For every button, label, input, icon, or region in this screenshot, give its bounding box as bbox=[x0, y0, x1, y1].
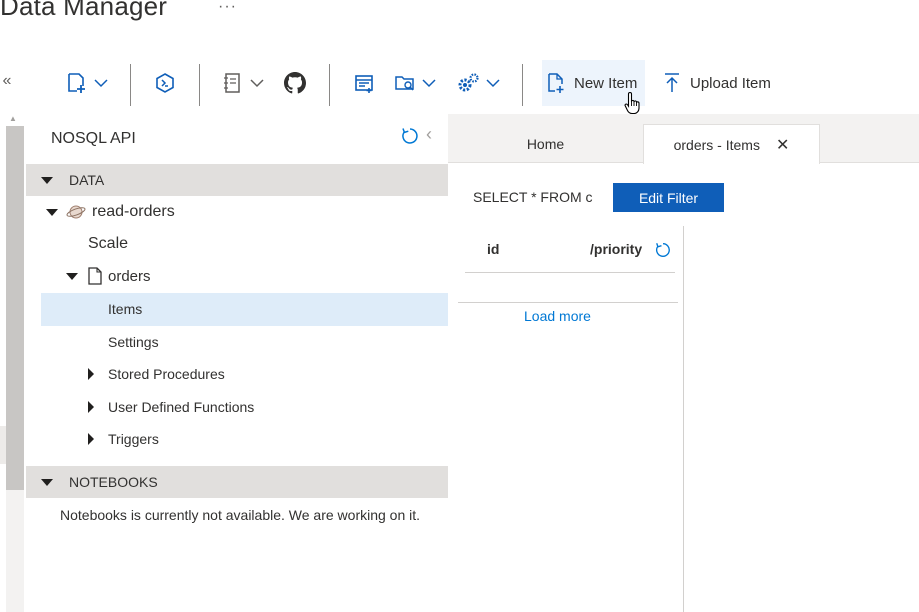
github-button[interactable] bbox=[284, 60, 306, 106]
triggers-label: Triggers bbox=[108, 431, 159, 447]
collapse-tree-icon[interactable]: ‹ bbox=[426, 124, 432, 145]
open-terminal-button[interactable] bbox=[154, 60, 176, 106]
refresh-icon bbox=[655, 243, 670, 257]
document-list: id /priority Load more bbox=[458, 226, 683, 612]
selected-row-highlight bbox=[41, 293, 448, 326]
chevron-down-icon bbox=[486, 79, 500, 88]
upload-item-label: Upload Item bbox=[690, 74, 771, 92]
stored-procedures-label: Stored Procedures bbox=[108, 366, 225, 382]
cosmos-terminal-icon bbox=[156, 73, 174, 93]
scale-label: Scale bbox=[88, 235, 129, 252]
items-label: Items bbox=[108, 301, 143, 317]
document-collection-icon bbox=[88, 267, 102, 285]
new-container-icon bbox=[68, 73, 85, 93]
caret-right-icon bbox=[88, 368, 94, 380]
caret-down-icon bbox=[66, 272, 78, 280]
left-panel-edge bbox=[0, 426, 6, 464]
notebooks-section-label: NOTEBOOKS bbox=[69, 474, 158, 490]
open-query-button[interactable] bbox=[394, 60, 436, 106]
tree-node-items[interactable]: Items bbox=[108, 301, 142, 317]
api-header: NOSQL API bbox=[51, 130, 136, 147]
left-scrollbar[interactable]: ▲ bbox=[0, 112, 26, 612]
scroll-up-arrow-icon[interactable]: ▲ bbox=[9, 114, 17, 123]
chevron-down-icon bbox=[94, 79, 108, 88]
load-more-link[interactable]: Load more bbox=[524, 308, 591, 324]
command-bar: « New Item Upload Item bbox=[0, 56, 919, 112]
tree-node-container[interactable]: orders bbox=[66, 267, 151, 285]
new-file-icon bbox=[548, 73, 564, 93]
tree-node-triggers[interactable]: Triggers bbox=[88, 431, 159, 447]
tab-home-label: Home bbox=[526, 136, 565, 152]
toolbar-separator bbox=[329, 64, 330, 106]
refresh-documents-button[interactable] bbox=[654, 241, 672, 264]
tree-node-settings[interactable]: Settings bbox=[108, 334, 159, 350]
tree-node-udfs[interactable]: User Defined Functions bbox=[88, 399, 254, 415]
open-folder-icon bbox=[395, 76, 414, 91]
caret-right-icon bbox=[88, 401, 94, 413]
caret-right-icon bbox=[88, 433, 94, 445]
hand-cursor-icon bbox=[624, 91, 640, 115]
data-section-label: DATA bbox=[69, 172, 105, 188]
collapse-nav-icon[interactable]: « bbox=[0, 72, 14, 90]
column-header-partition-key[interactable]: /priority bbox=[590, 241, 642, 257]
new-sql-query-icon bbox=[355, 75, 373, 93]
container-name: orders bbox=[108, 267, 151, 285]
tab-active-label: orders - Items bbox=[673, 136, 760, 153]
new-item-label: New Item bbox=[574, 74, 638, 92]
refresh-icon bbox=[402, 128, 418, 144]
tab-orders-items[interactable]: orders - Items ✕ bbox=[643, 124, 820, 164]
page-title: Data Manager bbox=[0, 0, 168, 21]
tab-home[interactable]: Home bbox=[448, 124, 643, 164]
close-tab-icon[interactable]: ✕ bbox=[776, 135, 789, 155]
tree-node-scale[interactable]: Scale bbox=[88, 235, 128, 253]
settings-button[interactable] bbox=[456, 60, 500, 106]
tab-strip: Home orders - Items ✕ bbox=[448, 114, 919, 164]
caret-down-icon bbox=[41, 478, 55, 486]
notebooks-section-header[interactable]: NOTEBOOKS bbox=[26, 466, 448, 498]
udfs-label: User Defined Functions bbox=[108, 399, 255, 415]
chevron-down-icon bbox=[250, 79, 264, 88]
edit-filter-button[interactable]: Edit Filter bbox=[613, 183, 724, 212]
database-icon bbox=[66, 205, 86, 219]
upload-icon bbox=[665, 73, 679, 92]
settings-label: Settings bbox=[108, 334, 159, 350]
list-divider bbox=[458, 302, 678, 303]
upload-item-button[interactable]: Upload Item bbox=[662, 60, 771, 106]
new-notebook-button[interactable] bbox=[222, 60, 264, 106]
header-divider bbox=[465, 272, 675, 273]
caret-down-icon bbox=[41, 176, 55, 184]
github-icon bbox=[284, 72, 306, 94]
tree-node-stored-procedures[interactable]: Stored Procedures bbox=[88, 366, 225, 382]
database-name: read-orders bbox=[92, 203, 175, 220]
resource-tree: NOSQL API ‹ DATA read-orders Scale order… bbox=[26, 114, 448, 612]
caret-down-icon bbox=[46, 208, 58, 216]
query-text: SELECT * FROM c bbox=[473, 189, 593, 205]
chevron-down-icon bbox=[422, 79, 436, 88]
column-header-id[interactable]: id bbox=[487, 241, 499, 257]
document-list-splitter[interactable] bbox=[683, 226, 684, 612]
more-options-button[interactable]: ··· bbox=[218, 0, 237, 16]
toolbar-separator bbox=[130, 64, 131, 106]
new-sql-query-button[interactable] bbox=[353, 60, 375, 106]
settings-gear-icon bbox=[458, 73, 479, 92]
data-explorer-window: Data Manager ··· « New Item Upload Item … bbox=[0, 0, 919, 612]
toolbar-separator bbox=[522, 64, 523, 106]
new-container-button[interactable] bbox=[66, 60, 108, 106]
notebooks-unavailable-message: Notebooks is currently not available. We… bbox=[60, 507, 421, 523]
data-section-header[interactable]: DATA bbox=[26, 164, 448, 196]
tree-node-database[interactable]: read-orders bbox=[46, 203, 175, 221]
scroll-thumb[interactable] bbox=[6, 126, 24, 490]
toolbar-separator bbox=[199, 64, 200, 106]
new-notebook-icon bbox=[224, 73, 240, 93]
refresh-tree-button[interactable] bbox=[400, 126, 420, 151]
